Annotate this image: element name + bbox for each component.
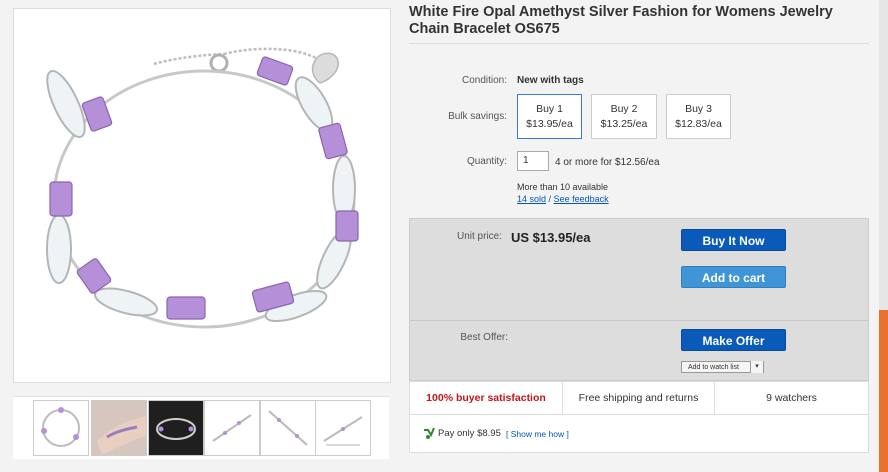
add-to-cart-button[interactable]: Add to cart bbox=[681, 266, 786, 288]
unit-price: US $13.95/ea bbox=[511, 230, 591, 245]
paypal-credit-banner: Pay only $8.95 [ Show me how ] bbox=[409, 415, 869, 453]
quantity-input[interactable]: 1 bbox=[517, 151, 549, 171]
link-separator: / bbox=[548, 194, 552, 204]
bulk-option-buy-3[interactable]: Buy 3 $12.83/ea bbox=[666, 94, 731, 139]
pay-only-text: Pay only $8.95 bbox=[438, 428, 501, 439]
bracelet-dark-background-thumb[interactable] bbox=[148, 400, 204, 456]
quantity-discount-note: 4 or more for $12.56/ea bbox=[555, 157, 660, 168]
buyer-satisfaction: 100% buyer satisfaction bbox=[426, 392, 546, 404]
watchers-count: 9 watchers bbox=[766, 392, 817, 404]
availability-text: More than 10 available bbox=[517, 182, 609, 192]
thumbnail-strip bbox=[13, 396, 389, 459]
shipping-returns: Free shipping and returns bbox=[578, 392, 699, 404]
page-edge bbox=[879, 0, 888, 310]
buy-box: Unit price: US $13.95/ea Buy It Now Add … bbox=[409, 218, 869, 381]
bulk-option-price: $12.83/ea bbox=[675, 118, 722, 130]
seller-stats: 100% buyer satisfaction Free shipping an… bbox=[409, 381, 869, 415]
condition-value: New with tags bbox=[517, 75, 584, 86]
bracelet-image bbox=[46, 47, 359, 329]
bulk-option-price: $13.95/ea bbox=[526, 118, 573, 130]
make-offer-button[interactable]: Make Offer bbox=[681, 329, 786, 351]
bracelet-diagonal-thumb[interactable] bbox=[260, 400, 316, 456]
best-offer-label: Best Offer: bbox=[460, 332, 508, 343]
bulk-option-title: Buy 2 bbox=[610, 103, 638, 115]
unit-price-label: Unit price: bbox=[456, 231, 502, 242]
bulk-option-buy-1[interactable]: Buy 1 $13.95/ea bbox=[517, 94, 582, 139]
buy-it-now-button[interactable]: Buy It Now bbox=[681, 229, 786, 251]
bulk-option-title: Buy 1 bbox=[536, 103, 563, 115]
show-me-how-link[interactable]: [ Show me how ] bbox=[506, 429, 569, 439]
bulk-option-price: $13.25/ea bbox=[600, 118, 648, 130]
see-feedback-link[interactable]: See feedback bbox=[554, 194, 609, 204]
bracelet-straight-thumb[interactable] bbox=[204, 400, 260, 456]
buy-box-divider bbox=[410, 320, 868, 321]
quantity-label: Quantity: bbox=[466, 156, 507, 167]
watch-list-label: Add to watch list bbox=[688, 364, 739, 371]
bracelet-length-thumb[interactable] bbox=[315, 400, 371, 456]
paypal-credit-icon bbox=[422, 426, 436, 443]
bulk-option-buy-2[interactable]: Buy 2 $13.25/ea bbox=[591, 94, 657, 139]
bulk-option-title: Buy 3 bbox=[685, 103, 712, 115]
add-to-watch-list-button[interactable]: Add to watch list ▾ bbox=[681, 361, 764, 373]
sold-links: 14 sold / See feedback bbox=[517, 194, 609, 204]
title-divider bbox=[409, 43, 869, 44]
bulk-savings-label: Bulk savings: bbox=[448, 111, 507, 122]
condition-label: Condition: bbox=[461, 75, 507, 86]
main-product-image[interactable] bbox=[13, 8, 391, 383]
product-title: White Fire Opal Amethyst Silver Fashion … bbox=[409, 4, 833, 37]
sold-count-link[interactable]: 14 sold bbox=[517, 194, 546, 204]
bracelet-circle-thumb[interactable] bbox=[33, 400, 89, 456]
product-details: White Fire Opal Amethyst Silver Fashion … bbox=[405, 0, 869, 472]
feedback-tab[interactable] bbox=[879, 310, 888, 472]
bracelet-worn-thumb[interactable] bbox=[91, 400, 147, 456]
chevron-down-icon[interactable]: ▾ bbox=[750, 361, 763, 373]
